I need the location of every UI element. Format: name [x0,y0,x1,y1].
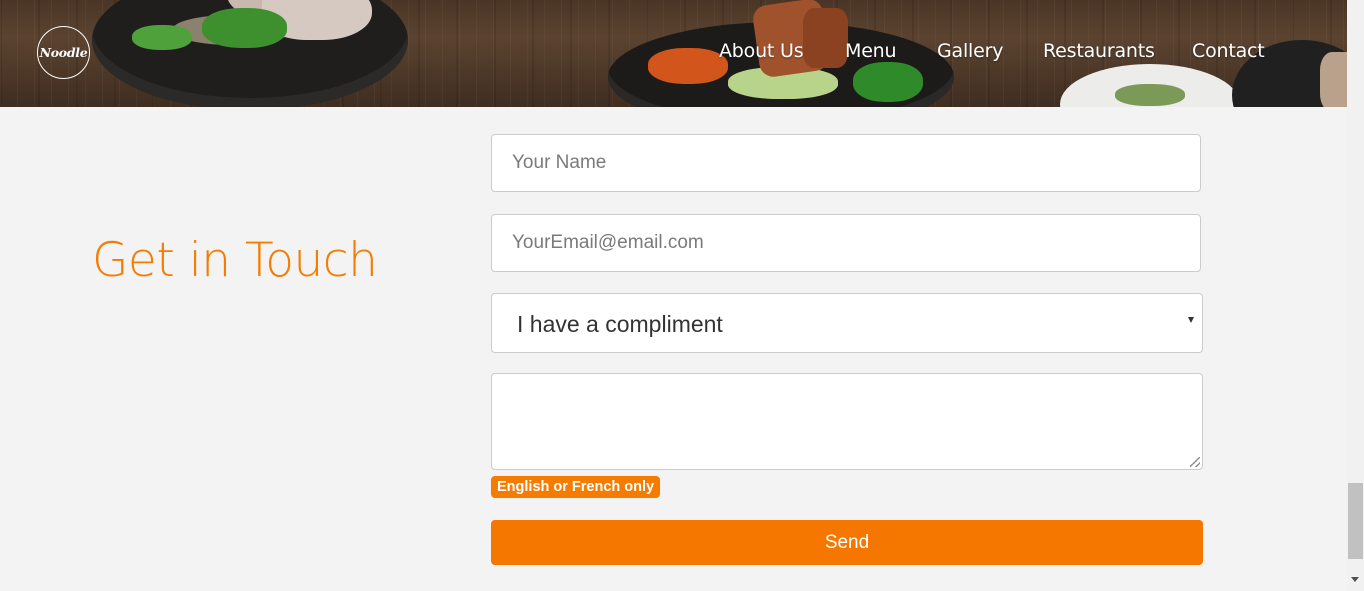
logo-text: Noodle [39,45,88,60]
scrollbar-thumb[interactable] [1348,483,1363,559]
caret-down-icon [1188,317,1194,323]
send-button[interactable]: Send [491,520,1203,565]
nav-about-us[interactable]: About Us [719,40,804,62]
page-scrollbar[interactable] [1347,0,1364,591]
language-note-badge: English or French only [491,476,661,498]
scroll-down-arrow-icon[interactable] [1351,577,1359,582]
nav-gallery[interactable]: Gallery [937,40,1003,62]
nav-menu[interactable]: Menu [845,40,897,62]
contact-heading: Get in Touch [92,233,378,288]
nav-contact[interactable]: Contact [1192,40,1265,62]
email-input[interactable] [491,214,1201,272]
site-logo[interactable]: Noodle [37,26,90,79]
topic-select-value: I have a compliment [517,311,723,337]
topic-select[interactable]: I have a compliment [491,293,1203,353]
textarea-resize-handle[interactable] [1190,457,1200,467]
name-input[interactable] [491,134,1201,192]
message-textarea[interactable] [491,373,1203,470]
header-banner: Noodle About Us Menu Gallery Restaurants… [0,0,1347,107]
nav-restaurants[interactable]: Restaurants [1043,40,1155,62]
